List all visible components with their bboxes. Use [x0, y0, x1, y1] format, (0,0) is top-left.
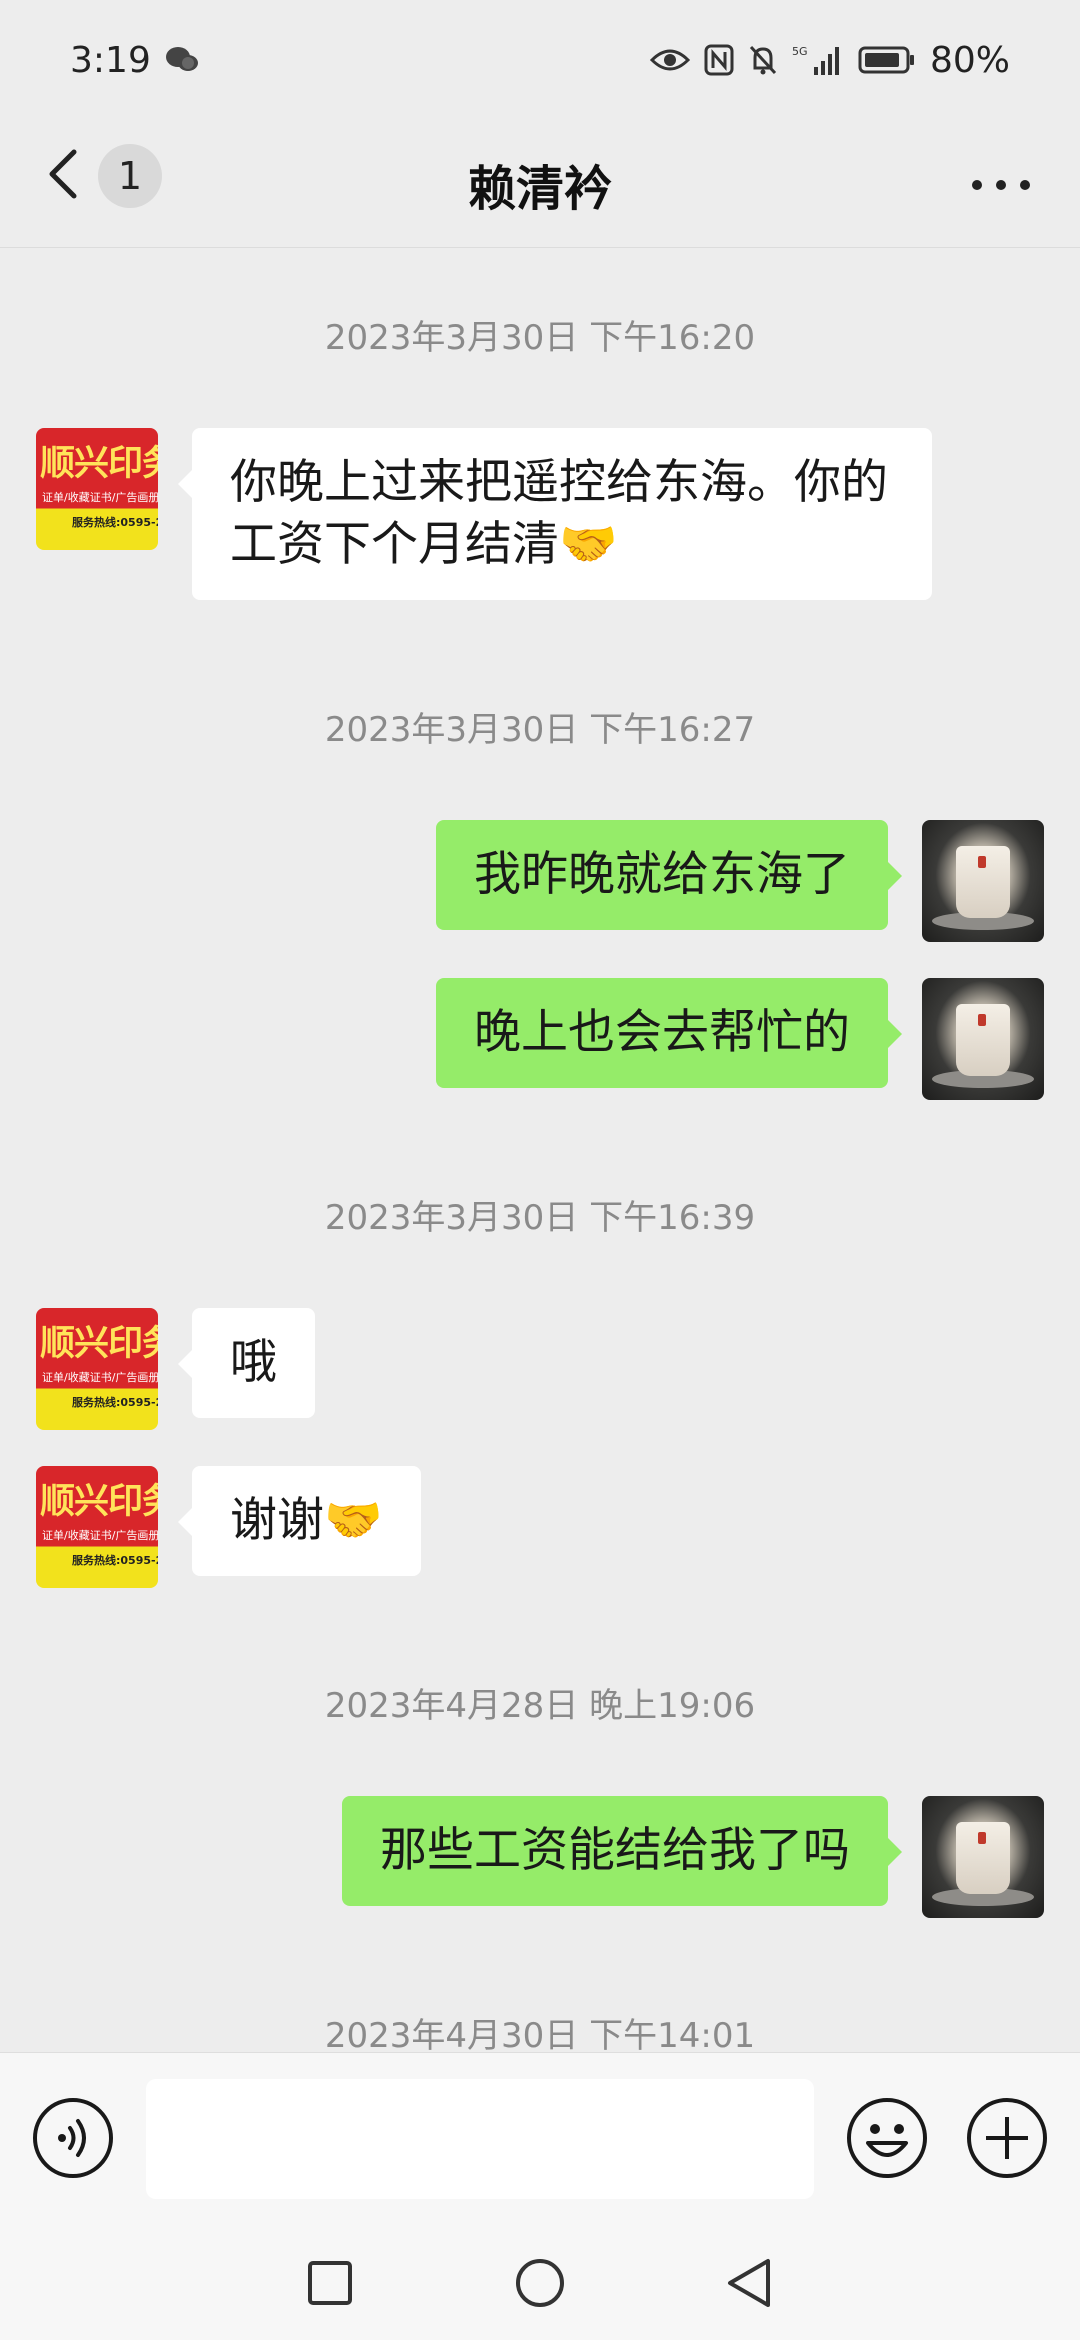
chat-title: 赖清衿: [467, 160, 612, 217]
message-timestamp: 2023年4月28日 晚上19:06: [324, 1686, 756, 1726]
avatar-seal: [978, 856, 986, 868]
outgoing-message[interactable]: 那些工资能结给我了吗: [342, 1796, 902, 1906]
contact-avatar[interactable]: 顺兴印务 证单/收藏证书/广告画册/特种 服务热线:0595-27: [36, 1308, 158, 1430]
contact-avatar[interactable]: 顺兴印务 证单/收藏证书/广告画册/特种 服务热线:0595-27: [36, 428, 158, 550]
incoming-message[interactable]: 谢谢🤝: [178, 1466, 421, 1576]
avatar-logo-text: 顺兴印务: [40, 1324, 158, 1364]
back-chevron-icon: [44, 142, 84, 210]
circle-home-icon[interactable]: [514, 2257, 566, 2313]
avatar-logo-subtext: 证单/收藏证书/广告画册/特种: [42, 491, 158, 504]
avatar-logo-subtext: 证单/收藏证书/广告画册/特种: [42, 1529, 158, 1542]
avatar-logo-subtext: 证单/收藏证书/广告画册/特种: [42, 1371, 158, 1384]
message-timestamp: 2023年3月30日 下午16:20: [324, 318, 756, 358]
signal-icon: 5G: [792, 43, 844, 77]
avatar-seal: [978, 1014, 986, 1026]
message-timestamp: 2023年4月30日 下午14:01: [324, 2016, 756, 2052]
status-time: 3:19: [70, 39, 151, 81]
status-right: 5G 80%: [649, 39, 1010, 81]
triangle-back-icon[interactable]: [726, 2257, 774, 2313]
unread-badge: 1: [98, 144, 162, 208]
my-avatar[interactable]: [922, 820, 1044, 942]
incoming-message[interactable]: 你晚上过来把遥控给东海。你的工资下个月结清🤝: [178, 428, 932, 600]
chat-messages[interactable]: 2023年3月30日 下午16:20 顺兴印务 证单/收藏证书/广告画册/特种 …: [0, 250, 1080, 2052]
more-functions-button[interactable]: [966, 2097, 1048, 2179]
outgoing-message[interactable]: 我昨晚就给东海了: [436, 820, 902, 930]
avatar-logo-text: 顺兴印务: [40, 1482, 158, 1522]
battery-percent: 80%: [929, 39, 1010, 81]
more-dots-icon: [971, 176, 1031, 195]
chat-header: 1 赖清衿: [0, 120, 1080, 248]
avatar-seal: [978, 1832, 986, 1844]
my-avatar[interactable]: [922, 978, 1044, 1100]
battery-icon: [858, 45, 916, 75]
outgoing-message[interactable]: 晚上也会去帮忙的: [436, 978, 902, 1088]
plus-icon: [966, 2098, 1048, 2183]
status-bar: 3:19 5G 80%: [0, 0, 1080, 120]
avatar-logo-phone: 服务热线:0595-27: [72, 1396, 158, 1409]
svg-text:5G: 5G: [792, 45, 808, 58]
message-timestamp: 2023年3月30日 下午16:39: [324, 1198, 756, 1238]
eye-icon: [649, 46, 690, 74]
system-navigation: [0, 2230, 1080, 2340]
message-timestamp: 2023年3月30日 下午16:27: [324, 710, 756, 750]
voice-button[interactable]: [32, 2097, 114, 2179]
contact-avatar[interactable]: 顺兴印务 证单/收藏证书/广告画册/特种 服务热线:0595-27: [36, 1466, 158, 1588]
voice-icon: [32, 2098, 114, 2183]
status-left: 3:19: [70, 40, 199, 81]
avatar-logo-phone: 服务热线:0595-27: [72, 516, 158, 529]
avatar-logo-text: 顺兴印务: [40, 444, 158, 484]
wechat-icon: [165, 45, 199, 75]
my-avatar[interactable]: [922, 1796, 1044, 1918]
emoji-icon: [846, 2098, 928, 2183]
emoji-button[interactable]: [846, 2097, 928, 2179]
avatar-logo-phone: 服务热线:0595-27: [72, 1554, 158, 1567]
input-bar: [0, 2052, 1080, 2230]
back-button[interactable]: 1: [44, 142, 162, 210]
square-recent-icon[interactable]: [306, 2259, 354, 2311]
mute-bell-icon: [748, 44, 778, 76]
nfc-icon: [704, 44, 734, 76]
message-input[interactable]: [146, 2079, 814, 2199]
more-button[interactable]: [966, 160, 1036, 210]
incoming-message[interactable]: 哦: [178, 1308, 315, 1418]
